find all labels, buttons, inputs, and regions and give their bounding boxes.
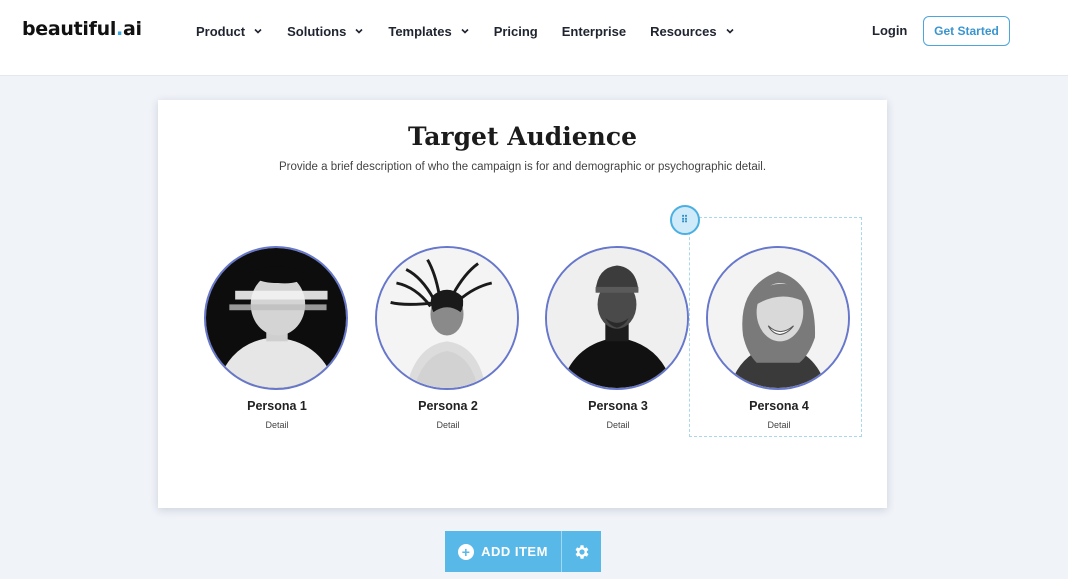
- logo-dot: .: [116, 18, 123, 40]
- persona-4-photo-icon: [708, 248, 848, 388]
- chevron-down-icon: [254, 28, 262, 34]
- persona-2-photo-icon: [377, 248, 517, 388]
- logo-suffix: ai: [122, 18, 142, 40]
- plus-circle-icon: +: [458, 543, 475, 560]
- drag-handle[interactable]: ⠿: [670, 205, 700, 235]
- persona-card-2[interactable]: Persona 2 Detail: [375, 246, 521, 430]
- persona-detail[interactable]: Detail: [375, 420, 521, 430]
- persona-name[interactable]: Persona 3: [545, 399, 691, 413]
- add-item-button[interactable]: + ADD ITEM: [445, 531, 561, 572]
- persona-photo[interactable]: [545, 246, 689, 390]
- menu-item-label: Templates: [388, 23, 452, 39]
- menu-item-product[interactable]: Product: [196, 23, 263, 39]
- persona-name[interactable]: Persona 2: [375, 399, 521, 413]
- menu-item-solutions[interactable]: Solutions: [287, 23, 364, 39]
- grip-dots-icon: ⠿: [680, 214, 690, 226]
- item-settings-button[interactable]: [562, 531, 601, 572]
- menu-item-label: Product: [196, 23, 246, 39]
- chevron-down-icon: [461, 28, 469, 34]
- chevron-down-icon: [725, 28, 734, 34]
- persona-1-photo-icon: [206, 248, 346, 388]
- menu-item-templates[interactable]: Templates: [388, 23, 469, 39]
- logo[interactable]: beautiful.ai: [22, 18, 142, 40]
- persona-3-photo-icon: [547, 248, 687, 388]
- add-item-label: ADD ITEM: [481, 544, 548, 559]
- chevron-down-icon: [355, 28, 363, 34]
- add-item-toolbar: + ADD ITEM: [445, 531, 601, 572]
- menu-item-pricing[interactable]: Pricing: [494, 23, 538, 39]
- slide-subtitle[interactable]: Provide a brief description of who the c…: [158, 161, 887, 173]
- persona-photo[interactable]: [204, 246, 348, 390]
- gear-icon: [575, 544, 588, 559]
- menu-item-label: Pricing: [493, 23, 538, 39]
- persona-name[interactable]: Persona 1: [204, 399, 350, 413]
- main-menu: Product Solutions Templates Pricing Ente…: [196, 23, 759, 39]
- menu-item-label: Enterprise: [561, 23, 627, 39]
- menu-item-label: Resources: [650, 23, 717, 39]
- persona-detail[interactable]: Detail: [545, 420, 691, 430]
- slide-title[interactable]: Target Audience: [158, 122, 887, 151]
- get-started-button[interactable]: Get Started: [923, 16, 1010, 46]
- top-navigation: beautiful.ai Product Solutions Templates…: [0, 0, 1068, 76]
- menu-item-label: Solutions: [287, 23, 347, 39]
- logo-main: beautiful: [22, 18, 117, 40]
- persona-name[interactable]: Persona 4: [706, 399, 852, 413]
- menu-item-resources[interactable]: Resources: [650, 23, 734, 39]
- login-link[interactable]: Login: [872, 23, 907, 38]
- persona-card-1[interactable]: Persona 1 Detail: [204, 246, 350, 430]
- persona-detail[interactable]: Detail: [204, 420, 350, 430]
- persona-card-4[interactable]: Persona 4 Detail: [706, 246, 852, 430]
- persona-card-3[interactable]: Persona 3 Detail: [545, 246, 691, 430]
- persona-photo[interactable]: [375, 246, 519, 390]
- menu-item-enterprise[interactable]: Enterprise: [562, 23, 626, 39]
- persona-detail[interactable]: Detail: [706, 420, 852, 430]
- persona-photo[interactable]: [706, 246, 850, 390]
- slide-canvas[interactable]: Target Audience Provide a brief descript…: [158, 100, 887, 508]
